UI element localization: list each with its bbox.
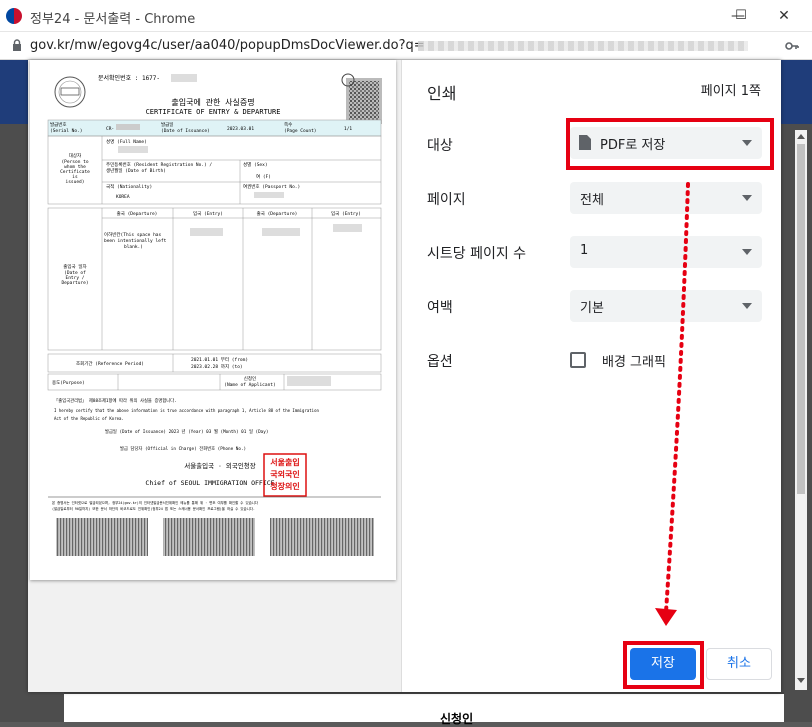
maximize-button[interactable]: ☐ <box>729 4 753 28</box>
background-header-left <box>0 60 28 124</box>
dob-label: 생년월일 (Date of Birth) <box>106 167 166 174</box>
cancel-button[interactable]: 취소 <box>706 648 772 680</box>
nationality-label: 국적 (Nationality) <box>106 183 152 190</box>
svg-text:국외국인: 국외국인 <box>270 469 299 479</box>
margins-value: 기본 <box>580 301 604 316</box>
url-text: gov.kr/mw/egovg4c/user/aa040/popupDmsDoc… <box>30 38 425 53</box>
issue-date-value: 2023.03.01 <box>227 126 254 132</box>
pages-per-sheet-select[interactable]: 1 <box>570 236 762 268</box>
chevron-down-icon <box>742 195 752 201</box>
passport-label: 여권번호 (Passport No.) <box>243 183 300 190</box>
serial-label: 발급번호 <box>50 121 67 128</box>
blank-note-3: blank.) <box>124 244 143 250</box>
page-count: 페이지 1쪽 <box>700 84 761 99</box>
sex-label: 성별 (Sex) <box>243 161 268 168</box>
svg-text:청장의인: 청장의인 <box>270 481 299 491</box>
col-departure-1: 출국 (Departure) <box>117 210 158 217</box>
gov24-logo-icon <box>6 8 22 24</box>
background-graphics-checkbox[interactable] <box>570 352 586 368</box>
sex-value: 여 (F) <box>256 173 271 180</box>
applicant-en: (Name of Applicant) <box>224 382 275 388</box>
save-highlight-box <box>623 641 704 689</box>
subject-en-5: issued) <box>66 179 85 185</box>
footer-note-1: 본 증명서는 인터넷으로 발급되었으며, 정부24(gov.kr)의 인터넷발급… <box>52 500 259 505</box>
lock-icon <box>13 39 21 51</box>
period-from: 2021.01.01 부터 (from) <box>191 356 248 363</box>
col-departure-2: 출국 (Departure) <box>257 210 298 217</box>
scroll-down-icon[interactable] <box>797 678 805 683</box>
serial-value: CR- <box>106 126 114 132</box>
background-form-strip: 신청인 <box>64 692 784 726</box>
name-label: 성명 (Full Name) <box>106 138 147 145</box>
rrn-label: 주민등록번호 (Resident Registration No.) / <box>106 161 212 168</box>
url-blurred-query <box>418 41 748 51</box>
print-settings: 인쇄 페이지 1쪽 대상 PDF로 저장 페이지 전체 시트당 페이지 수 1 … <box>401 60 781 692</box>
law-en-1: I hereby certify that the above informat… <box>54 408 319 413</box>
purpose-label: 용도(Purpose) <box>52 380 85 386</box>
page-value: 1/1 <box>344 126 352 132</box>
barcode-2 <box>163 518 255 556</box>
law-en-2: Act of the Republic of Korea. <box>54 416 124 421</box>
destination-highlight-box <box>566 118 774 170</box>
barcode-3 <box>270 518 374 556</box>
barcode-1 <box>56 518 148 556</box>
movement-en-3: Departure) <box>61 280 88 286</box>
issue-date-en: (Date of Issuance) <box>161 128 210 134</box>
window-titlebar: 정부24 - 문서출력 - Chrome — ☐ ✕ <box>0 0 812 32</box>
print-preview: 문서확인번호 : 1677- 출입국에 관한 사실증명 CERTIFICATE … <box>28 60 401 692</box>
subject-label: 대상자 <box>69 152 82 159</box>
issuance-line: 발급일 (Date of Issuance) 2023 년 (Year) 03 … <box>105 428 268 435</box>
page-label: 쪽수 <box>284 122 292 128</box>
law-ko: 「출입국관리법」 제88조제1항에 따라 위의 사실을 증명합니다. <box>54 397 177 404</box>
destination-label: 대상 <box>427 138 453 154</box>
blank-note-2: been intentionally left <box>104 238 167 244</box>
movement-label: 출입국 일자 <box>63 263 87 270</box>
pages-select[interactable]: 전체 <box>570 182 762 214</box>
officer-line: 발급 담당자 (Official in Charge) 전화번호 (Phone … <box>120 445 246 452</box>
margins-label: 여백 <box>427 300 453 316</box>
chevron-down-icon <box>742 249 752 255</box>
period-label: 조회기간 (Reference Period) <box>76 360 144 367</box>
close-button[interactable]: ✕ <box>772 4 796 28</box>
options-label: 옵션 <box>427 354 453 370</box>
doc-number: 문서확인번호 : 1677- <box>98 74 160 82</box>
pages-per-sheet-value: 1 <box>580 243 589 258</box>
footer-note-2: (발급일로부터 90일까지) 또한 문서 하단의 바코드로도 진위확인(정부24… <box>52 506 255 511</box>
serial-en: (Serial No.) <box>50 128 83 134</box>
pages-per-sheet-label: 시트당 페이지 수 <box>427 246 527 262</box>
office-en: Chief of SEOUL IMMIGRATION OFFICE <box>145 479 274 487</box>
background-header-right <box>781 60 812 124</box>
period-to: 2023.02.28 까지 (to) <box>191 363 243 370</box>
blank-note-1: 이하빈칸(This space has <box>104 231 161 238</box>
doc-title-ko: 출입국에 관한 사실증명 <box>171 97 254 107</box>
immigration-emblem-icon <box>54 76 86 108</box>
svg-text:서울출입: 서울출입 <box>270 457 299 467</box>
window-title: 정부24 - 문서출력 - Chrome <box>30 12 196 27</box>
background-graphics-label: 배경 그래픽 <box>602 355 666 370</box>
pages-value: 전체 <box>580 193 604 208</box>
preview-page: 문서확인번호 : 1677- 출입국에 관한 사실증명 CERTIFICATE … <box>30 60 396 580</box>
pages-label: 페이지 <box>427 192 466 208</box>
office-ko: 서울출입국 · 외국인청장 <box>184 461 256 470</box>
print-title: 인쇄 <box>427 84 457 103</box>
nationality-value: KOREA <box>116 194 130 200</box>
background-applicant-label: 신청인 <box>440 712 474 726</box>
address-bar[interactable]: gov.kr/mw/egovg4c/user/aa040/popupDmsDoc… <box>0 32 812 60</box>
doc-title-en: CERTIFICATE OF ENTRY & DEPARTURE <box>146 108 281 116</box>
scroll-thumb[interactable] <box>797 144 805 494</box>
key-icon[interactable] <box>784 38 800 54</box>
margins-select[interactable]: 기본 <box>570 290 762 322</box>
official-seal-icon: 서울출입 국외국인 청장의인 <box>263 453 307 497</box>
page-scrollbar[interactable] <box>795 130 807 690</box>
col-entry-2: 입국 (Entry) <box>331 210 361 217</box>
col-entry-1: 입국 (Entry) <box>193 210 223 217</box>
scroll-up-icon[interactable] <box>797 134 805 139</box>
applicant-label: 신청인 <box>244 375 256 382</box>
issue-date-label: 발급일 <box>161 121 173 128</box>
page-en: (Page Count) <box>284 128 317 134</box>
certificate-document: 문서확인번호 : 1677- 출입국에 관한 사실증명 CERTIFICATE … <box>47 73 382 556</box>
chevron-down-icon <box>742 303 752 309</box>
print-dialog: 문서확인번호 : 1677- 출입국에 관한 사실증명 CERTIFICATE … <box>28 60 781 692</box>
